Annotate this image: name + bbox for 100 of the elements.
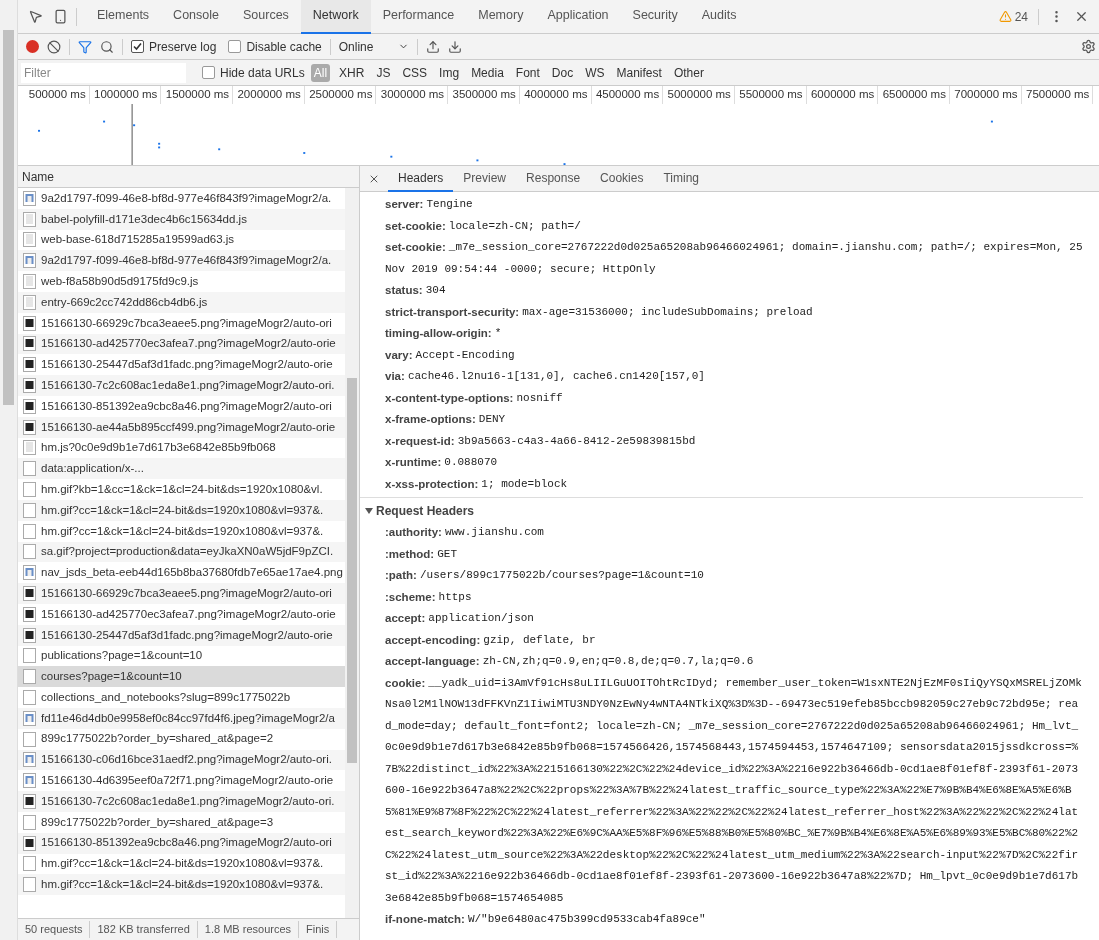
detail-tab[interactable]: Response bbox=[516, 165, 591, 192]
request-row[interactable]: fd11e46d4db0e9958ef0c84cc97fd4f6.jpeg?imageMogr2/a bbox=[18, 707, 345, 729]
request-row[interactable]: 15166130-7c2c608ac1eda8e1.png?imageMogr2/auto-ori. bbox=[18, 791, 345, 812]
header-line: x-xss-protection: 1; mode=block bbox=[385, 476, 569, 492]
image-file-icon bbox=[23, 336, 36, 352]
status-text: 50 requests bbox=[18, 921, 91, 938]
header-line: server: Tengine bbox=[385, 197, 474, 212]
request-row[interactable]: 15166130-7c2c608ac1eda8e1.png?imageMogr2/auto-ori. bbox=[18, 375, 345, 396]
type-filter[interactable]: Font bbox=[512, 63, 543, 82]
panel-tab[interactable]: Memory bbox=[466, 0, 536, 34]
time-tick: 2000000 ms bbox=[237, 87, 301, 103]
panel-tab[interactable]: Network bbox=[300, 0, 371, 34]
panel-tab[interactable]: Security bbox=[620, 0, 690, 34]
time-tick: 1000000 ms bbox=[94, 87, 158, 103]
detail-tab[interactable]: Headers bbox=[388, 165, 454, 192]
device-icon[interactable] bbox=[53, 9, 68, 24]
panel-tab[interactable]: Performance bbox=[370, 0, 467, 34]
request-row[interactable]: hm.gif?cc=1&ck=1&cl=24-bit&ds=1920x1080&vl=937&. bbox=[18, 499, 345, 521]
file-icon bbox=[23, 544, 36, 560]
request-row[interactable]: 15166130-25447d5af3d1fadc.png?imageMogr2/auto-orie bbox=[18, 624, 345, 646]
header-line: via: cache46.l2nu16-1[131,0], cache6.cn1420[157,0] bbox=[385, 369, 706, 384]
image-file-icon bbox=[23, 398, 36, 414]
record-button[interactable] bbox=[26, 40, 39, 53]
script-file-icon bbox=[23, 274, 36, 290]
script-file-icon bbox=[23, 294, 36, 310]
image-file-icon bbox=[23, 627, 36, 643]
type-filter[interactable]: JS bbox=[373, 63, 394, 82]
panel-tab[interactable]: Console bbox=[161, 0, 231, 34]
upload-icon[interactable] bbox=[425, 39, 440, 54]
request-row[interactable]: babel-polyfill-d171e3dec4b6c15634dd.js bbox=[18, 208, 345, 230]
header-line: accept: application/json bbox=[385, 611, 535, 626]
image-file-icon bbox=[23, 773, 36, 789]
checkbox[interactable] bbox=[131, 40, 144, 53]
image-file-icon bbox=[23, 794, 36, 809]
filter-field[interactable]: Filter bbox=[21, 62, 186, 83]
checkbox[interactable] bbox=[228, 40, 242, 53]
filter-icon[interactable] bbox=[78, 39, 92, 54]
panel-tab[interactable]: Sources bbox=[231, 0, 301, 34]
request-row[interactable]: entry-669c2cc742dd86cb4db6.js bbox=[18, 292, 345, 313]
download-icon[interactable] bbox=[447, 39, 462, 54]
request-row[interactable]: 15166130-c06d16bce31aedf2.png?imageMogr2/auto-ori. bbox=[18, 749, 345, 771]
panel-tab[interactable]: Audits bbox=[689, 0, 749, 34]
image-file-icon bbox=[23, 835, 36, 851]
scrollbar-thumb[interactable] bbox=[3, 30, 14, 405]
request-row[interactable]: hm.gif?cc=1&ck=1&cl=24-bit&ds=1920x1080&vl=937&. bbox=[18, 874, 345, 896]
time-tick: 2500000 ms bbox=[309, 87, 373, 103]
checkbox-label: Hide data URLs bbox=[220, 64, 305, 82]
request-row[interactable]: data:application/x-... bbox=[18, 458, 345, 480]
header-line: timing-allow-origin: * bbox=[385, 326, 503, 341]
script-file-icon bbox=[23, 232, 36, 248]
close-icon[interactable] bbox=[1074, 9, 1089, 24]
file-icon bbox=[23, 461, 36, 477]
expand-triangle-icon[interactable] bbox=[365, 507, 373, 515]
column-header: Name bbox=[22, 168, 54, 186]
scrollbar-thumb[interactable] bbox=[347, 378, 357, 763]
header-line: :authority: www.jianshu.com bbox=[385, 525, 545, 540]
header-line: accept-language: zh-CN,zh;q=0.9,en;q=0.8,de;q=0.7,la;q=0.6 bbox=[385, 654, 755, 669]
request-row[interactable]: 9a2d1797-f099-46e8-bf8d-977e46f843f9?imageMogr2/a. bbox=[18, 250, 345, 272]
time-tick: 5500000 ms bbox=[739, 87, 803, 103]
file-icon bbox=[23, 523, 36, 539]
checkbox[interactable] bbox=[202, 66, 215, 79]
section-title[interactable]: Request Headers bbox=[376, 502, 475, 520]
time-tick: 3500000 ms bbox=[452, 87, 516, 103]
header-line: set-cookie: _m7e_session_core=2767222d0d025a65208ab96466024961; domain=.jianshu.com; path=/; expires=Mon, 25 Nov 2019 09:54:44 -0000; secure; HttpOnly bbox=[385, 240, 1083, 277]
header-line: set-cookie: locale=zh-CN; path=/ bbox=[385, 218, 582, 234]
type-filter[interactable]: XHR bbox=[336, 63, 368, 82]
type-filter[interactable]: WS bbox=[582, 63, 608, 82]
image-file-icon bbox=[23, 253, 36, 269]
inspect-icon[interactable] bbox=[28, 9, 43, 24]
request-row[interactable]: sa.gif?project=production&data=eyJkaXN0aW5jdF9pZCI. bbox=[18, 541, 345, 563]
request-row[interactable]: 15166130-851392ea9cbc8a46.png?imageMogr2/auto-ori bbox=[18, 832, 345, 854]
time-tick: 7500000 ms bbox=[1026, 87, 1090, 103]
image-file-icon bbox=[23, 315, 36, 331]
file-icon bbox=[23, 814, 36, 830]
type-filter[interactable]: Img bbox=[436, 63, 463, 82]
checkbox-label: Disable cache bbox=[246, 38, 322, 56]
throttling-dropdown[interactable]: Online bbox=[338, 37, 409, 56]
header-line: :path: /users/899c1775022b/courses?page=1&count=10 bbox=[385, 568, 705, 583]
request-row[interactable]: 15166130-ad425770ec3afea7.png?imageMogr2/auto-orie bbox=[18, 333, 345, 355]
type-filter[interactable]: Media bbox=[468, 63, 507, 82]
header-line: strict-transport-security: max-age=31536000; includeSubDomains; preload bbox=[385, 304, 814, 320]
request-row[interactable]: 15166130-ae44a5b895ccf499.png?imageMogr2/auto-orie bbox=[18, 416, 345, 438]
detail-tab[interactable]: Cookies bbox=[590, 165, 654, 192]
detail-tab[interactable]: Preview bbox=[453, 165, 517, 192]
file-icon bbox=[23, 482, 36, 498]
panel-tab[interactable]: Elements bbox=[85, 0, 162, 34]
detail-tab[interactable]: Timing bbox=[653, 165, 709, 192]
clear-icon[interactable] bbox=[47, 39, 61, 54]
type-filter[interactable]: Doc bbox=[548, 63, 577, 82]
type-filter[interactable]: Manifest bbox=[613, 63, 665, 82]
request-row[interactable]: courses?page=1&count=10 bbox=[18, 666, 345, 688]
panel-tab[interactable]: Application bbox=[535, 0, 621, 34]
settings-icon[interactable] bbox=[1081, 39, 1096, 54]
status-text: 1.8 MB resources bbox=[197, 921, 300, 938]
type-filter[interactable]: CSS bbox=[399, 63, 431, 82]
image-file-icon bbox=[23, 378, 36, 394]
search-icon[interactable] bbox=[100, 39, 114, 54]
request-row[interactable]: 15166130-66929c7bca3eaee5.png?imageMogr2/auto-ori bbox=[18, 583, 345, 604]
image-file-icon bbox=[23, 752, 36, 768]
type-filter[interactable]: Other bbox=[670, 63, 707, 82]
